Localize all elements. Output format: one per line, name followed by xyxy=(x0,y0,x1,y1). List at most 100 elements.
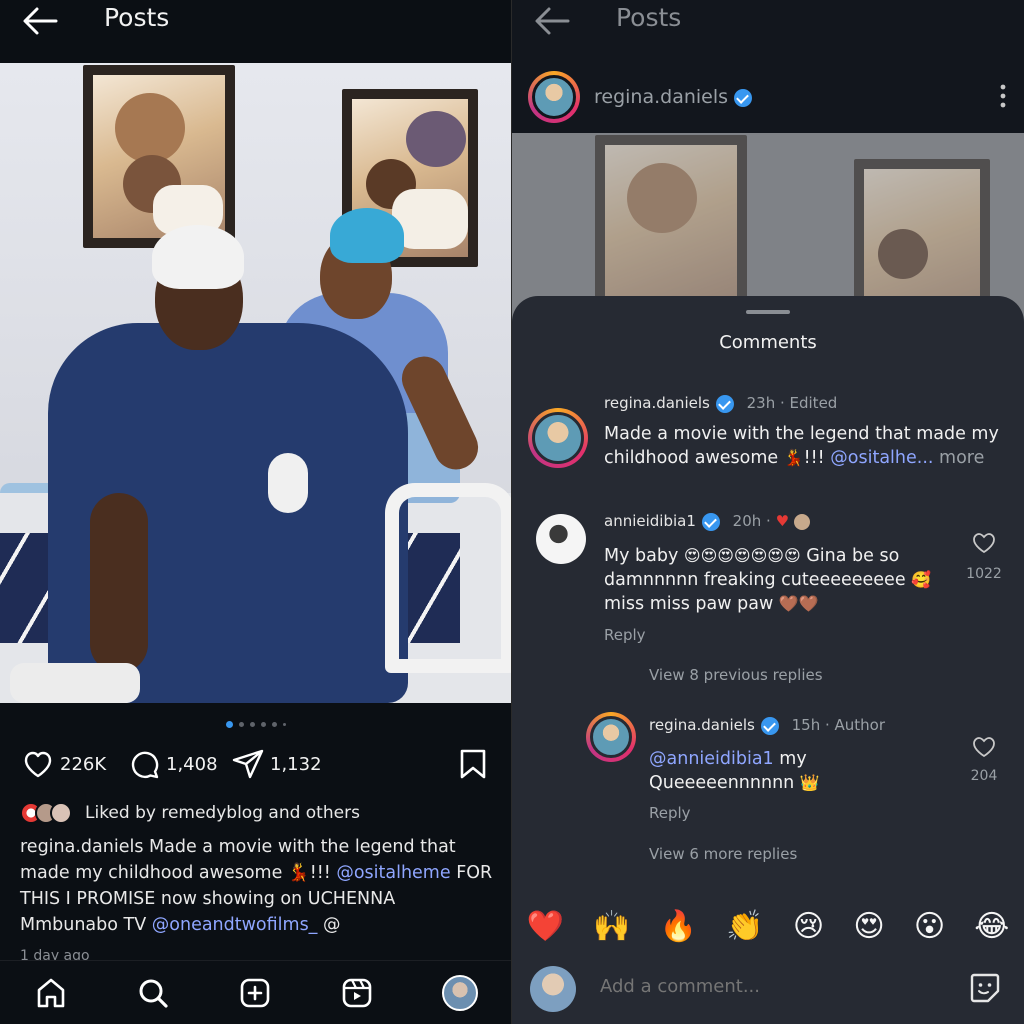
likes-count: 226K xyxy=(60,753,107,775)
comment-like-button[interactable] xyxy=(971,736,997,762)
page-title: Posts xyxy=(104,3,170,32)
commenter-avatar[interactable] xyxy=(536,514,586,564)
back-arrow-icon[interactable] xyxy=(22,6,58,36)
comment-text: Made a movie with the legend that made m… xyxy=(604,424,999,468)
comment-username[interactable]: regina.daniels xyxy=(604,394,710,412)
bottom-nav xyxy=(0,960,512,1024)
arm-bandage xyxy=(268,453,308,513)
reaction-clap[interactable]: 👏 xyxy=(726,909,763,944)
liked-by-text: Liked by remedyblog and others xyxy=(85,803,360,823)
carousel-dot xyxy=(272,721,277,727)
post-view-pane: Posts 226K 1,408 1,132 Liked by remedybl… xyxy=(0,0,512,1024)
author-mini-avatar xyxy=(793,513,810,530)
post-caption: regina.daniels Made a movie with the leg… xyxy=(20,834,495,938)
caption-emoji: 💃 xyxy=(287,863,310,883)
post-image[interactable] xyxy=(0,63,512,703)
comment-separator: · xyxy=(766,512,771,530)
story-ring[interactable] xyxy=(586,712,636,762)
comment-like-button[interactable] xyxy=(971,532,997,558)
verified-badge-icon xyxy=(760,716,779,735)
carousel-dot xyxy=(239,721,244,727)
post-actions: 226K 1,408 1,132 xyxy=(0,748,512,782)
reels-icon[interactable] xyxy=(340,976,374,1010)
caption-text: @ xyxy=(317,915,341,935)
carousel-dot xyxy=(226,720,233,728)
reaction-heart[interactable]: ❤️ xyxy=(527,909,564,944)
story-ring[interactable] xyxy=(528,71,580,123)
head-wrap xyxy=(152,225,244,289)
caption-comment: regina.daniels 23h · Edited Made a movie… xyxy=(512,392,1024,482)
comment-time: 23h xyxy=(746,394,776,412)
plus-square-icon[interactable] xyxy=(238,976,272,1010)
comment-mention[interactable]: @annieidibia1 xyxy=(649,749,774,769)
story-ring[interactable] xyxy=(528,408,588,468)
sheet-title: Comments xyxy=(719,332,817,353)
post-author-row[interactable]: regina.daniels xyxy=(528,70,1018,124)
share-action[interactable]: 1,132 xyxy=(232,748,322,780)
view-previous-replies[interactable]: View 8 previous replies xyxy=(649,666,823,684)
reply-button[interactable]: Reply xyxy=(649,804,691,822)
comments-count: 1,408 xyxy=(166,753,218,775)
add-comment-bar xyxy=(512,954,1024,1024)
reply-item: regina.daniels 15h · Author @annieidibia… xyxy=(512,712,1024,832)
current-user-avatar xyxy=(530,966,576,1012)
liked-by-author-heart-icon: ♥ xyxy=(775,512,790,530)
caption-mention[interactable]: @ositalheme xyxy=(336,863,450,883)
verified-badge-icon xyxy=(734,88,753,107)
surgical-cap xyxy=(330,208,404,263)
comment-icon[interactable] xyxy=(128,748,160,780)
heart-icon[interactable] xyxy=(22,748,54,780)
like-action[interactable]: 226K xyxy=(22,748,106,780)
commenter-avatar xyxy=(532,412,584,464)
heart-icon[interactable] xyxy=(972,736,996,758)
comment-mention[interactable]: @ositalhe... xyxy=(830,448,933,468)
reaction-raised-hands[interactable]: 🙌 xyxy=(593,909,630,944)
reaction-heart-eyes[interactable]: 😍 xyxy=(853,909,884,944)
comment-username[interactable]: regina.daniels xyxy=(649,716,755,734)
caption-text: !!! xyxy=(309,863,337,883)
comment-input[interactable] xyxy=(600,976,940,997)
caption-username[interactable]: regina.daniels xyxy=(20,837,143,857)
share-icon[interactable] xyxy=(232,748,264,780)
liked-by-row[interactable]: Liked by remedyblog and others xyxy=(20,800,500,826)
bookmark-icon[interactable] xyxy=(458,748,488,780)
back-arrow-icon[interactable] xyxy=(534,6,570,36)
comment-meta: annieidibia1 20h · ♥ xyxy=(604,512,810,531)
author-username[interactable]: regina.daniels xyxy=(594,86,753,108)
home-icon[interactable] xyxy=(34,976,68,1010)
comment-item: annieidibia1 20h · ♥ My baby 😍😍😍😍😍😍😍 Gin… xyxy=(512,510,1024,650)
comment-edited: · Edited xyxy=(779,394,838,412)
search-icon[interactable] xyxy=(136,976,170,1010)
view-more-replies[interactable]: View 6 more replies xyxy=(649,845,797,863)
reaction-laughing[interactable]: 😂 xyxy=(974,909,1009,944)
bed-rail xyxy=(385,483,512,673)
comment-time: 20h xyxy=(732,512,762,530)
caption-mention[interactable]: @oneandtwofilms_ xyxy=(152,915,318,935)
heart-icon[interactable] xyxy=(972,532,996,554)
author-label: · Author xyxy=(824,716,886,734)
reaction-surprised[interactable]: 😮 xyxy=(914,909,945,944)
more-link[interactable]: more xyxy=(933,448,984,468)
author-avatar xyxy=(532,75,576,119)
sticker-icon[interactable] xyxy=(968,971,1002,1005)
comment-username[interactable]: annieidibia1 xyxy=(604,512,696,530)
reaction-crying[interactable]: 😢 xyxy=(793,909,824,944)
header: Posts xyxy=(512,0,1024,44)
comment-text: My baby 😍😍😍😍😍😍😍 Gina be so damnnnnn frea… xyxy=(604,546,932,614)
carousel-dot xyxy=(261,721,266,727)
carousel-dot xyxy=(250,721,255,727)
more-options-icon[interactable] xyxy=(998,82,1008,110)
comment-meta: regina.daniels 23h · Edited xyxy=(604,394,837,413)
reaction-fire[interactable]: 🔥 xyxy=(660,909,697,944)
comment-meta: regina.daniels 15h · Author xyxy=(649,716,885,735)
comment-action[interactable]: 1,408 xyxy=(128,748,218,780)
page-title: Posts xyxy=(616,3,682,32)
comment-like-count: 204 xyxy=(970,768,998,784)
reply-button[interactable]: Reply xyxy=(604,626,646,644)
drag-handle[interactable] xyxy=(746,310,790,314)
bed-rail-front xyxy=(10,663,140,703)
quick-reactions: ❤️ 🙌 🔥 👏 😢 😍 😮 😂 xyxy=(512,906,1024,946)
commenter-avatar xyxy=(590,716,632,758)
shares-count: 1,132 xyxy=(270,753,322,775)
profile-avatar[interactable] xyxy=(442,974,478,1011)
